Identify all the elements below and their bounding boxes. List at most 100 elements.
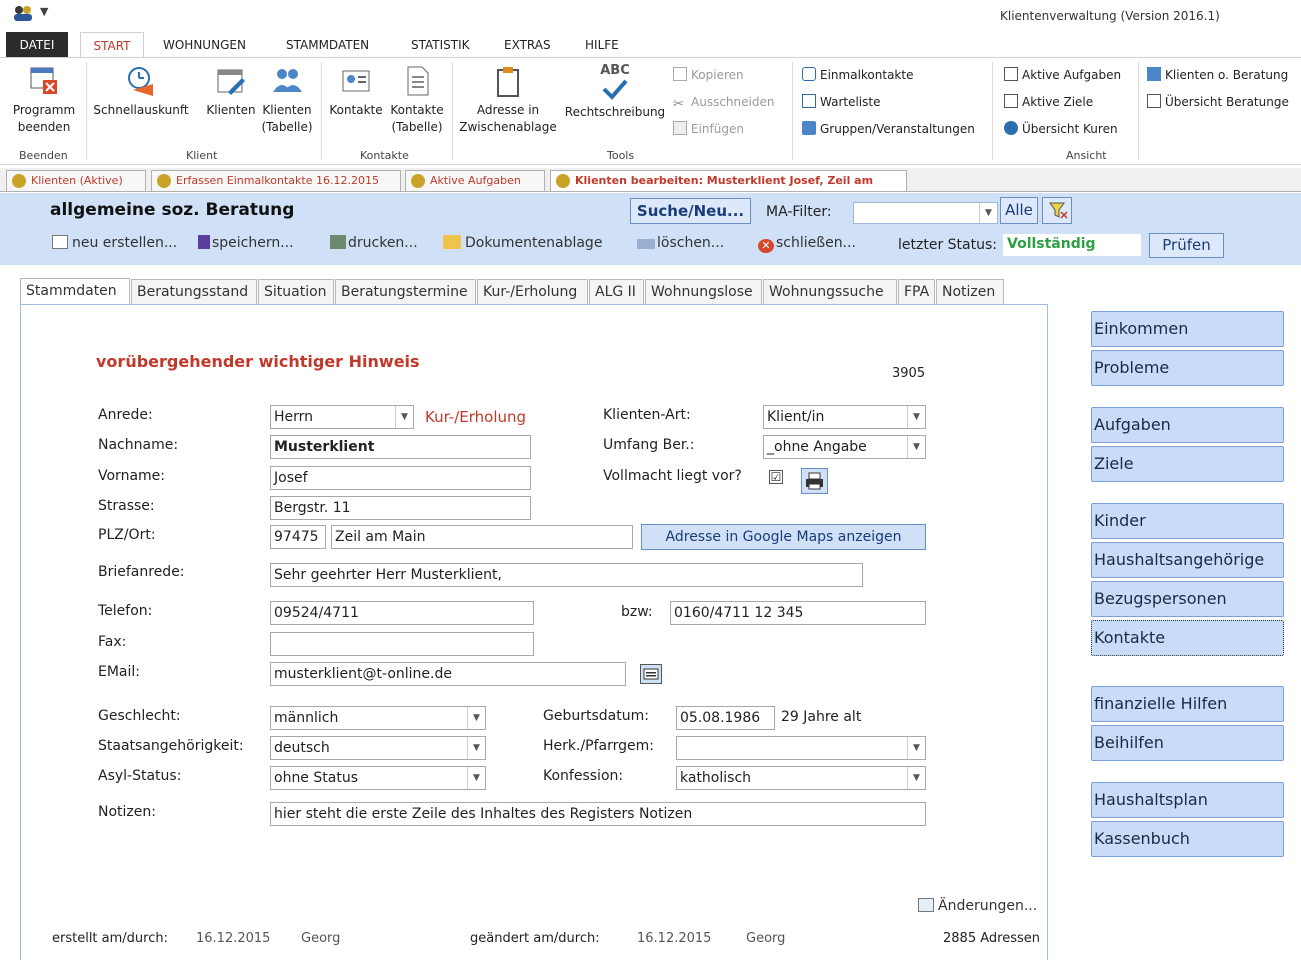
bezugspersonen-button[interactable]: Bezugspersonen xyxy=(1091,581,1284,617)
ausschneiden-button[interactable]: ✂ Ausschneiden xyxy=(673,93,774,112)
filter-clear-button[interactable] xyxy=(1042,197,1072,224)
aktive-ziele-button[interactable]: Aktive Ziele xyxy=(1004,93,1093,111)
dokumentenablage-button[interactable]: Dokumentenablage xyxy=(443,235,602,251)
aktive-aufgaben-button[interactable]: Aktive Aufgaben xyxy=(1004,66,1121,84)
ort-input[interactable]: Zeil am Main xyxy=(331,525,633,549)
kontakte-button[interactable]: Kontakte xyxy=(325,64,387,119)
schnellauskunft-button[interactable]: Schnellauskunft xyxy=(90,64,192,119)
einkommen-button[interactable]: Einkommen xyxy=(1091,311,1284,347)
warteliste-button[interactable]: Warteliste xyxy=(802,93,880,111)
kassenbuch-button[interactable]: Kassenbuch xyxy=(1091,821,1284,857)
doctab-einmalkontakte[interactable]: Erfassen Einmalkontakte 16.12.2015 xyxy=(151,170,401,191)
konfession-select[interactable]: katholisch ▼ xyxy=(676,766,926,790)
tab-beratungsstand[interactable]: Beratungsstand xyxy=(131,279,257,305)
klienten-art-select[interactable]: Klient/in ▼ xyxy=(763,405,926,429)
send-mail-button[interactable] xyxy=(640,664,662,684)
ribbon-tab-wohnungen[interactable]: WOHNUNGEN xyxy=(157,32,252,58)
chevron-down-icon[interactable]: ▼ xyxy=(907,767,925,789)
umfang-select[interactable]: _ohne Angabe ▼ xyxy=(763,435,926,459)
klienten-o-beratung-button[interactable]: Klienten o. Beratung xyxy=(1147,66,1288,84)
klienten-button[interactable]: Klienten xyxy=(203,64,259,119)
chevron-down-icon[interactable]: ▼ xyxy=(979,203,997,223)
chevron-down-icon[interactable]: ▼ xyxy=(907,737,925,759)
klienten-tabelle-button[interactable]: Klienten (Tabelle) xyxy=(259,64,315,136)
tab-notizen[interactable]: Notizen xyxy=(936,279,1004,305)
aenderungen-link[interactable]: Änderungen... xyxy=(918,898,1037,914)
fax-input[interactable] xyxy=(270,632,534,656)
telefon2-input[interactable]: 0160/4711 12 345 xyxy=(670,601,926,625)
telefon-label: Telefon: xyxy=(98,603,153,619)
nachname-input[interactable]: Musterklient xyxy=(270,435,531,459)
tab-kur-erholung[interactable]: Kur-/Erholung xyxy=(477,279,588,305)
haushaltsangehoerige-button[interactable]: Haushaltsangehörige xyxy=(1091,542,1284,578)
tab-fpa[interactable]: FPA xyxy=(898,279,935,305)
app-icon[interactable] xyxy=(12,4,34,22)
aufgaben-button[interactable]: Aufgaben xyxy=(1091,407,1284,443)
kopieren-button[interactable]: Kopieren xyxy=(673,66,744,84)
doctab-klienten-aktive[interactable]: Klienten (Aktive) xyxy=(6,170,146,191)
ribbon-tab-extras[interactable]: EXTRAS xyxy=(498,32,557,58)
ziele-button[interactable]: Ziele xyxy=(1091,446,1284,482)
uebersicht-beratungen-button[interactable]: Übersicht Beratunge xyxy=(1147,93,1289,111)
tab-beratungstermine[interactable]: Beratungstermine xyxy=(335,279,476,305)
ribbon-tab-datei[interactable]: DATEI xyxy=(6,32,68,58)
email-input[interactable]: musterklient@t-online.de xyxy=(270,662,626,686)
strasse-input[interactable]: Bergstr. 11 xyxy=(270,496,531,520)
doctab-klienten-bearbeiten[interactable]: Klienten bearbeiten: Musterklient Josef,… xyxy=(550,170,907,207)
google-maps-button[interactable]: Adresse in Google Maps anzeigen xyxy=(641,524,926,550)
finanzielle-hilfen-button[interactable]: finanzielle Hilfen xyxy=(1091,686,1284,722)
notizen-input[interactable]: hier steht die erste Zeile des Inhaltes … xyxy=(270,802,926,826)
speichern-button[interactable]: speichern... xyxy=(198,235,294,251)
herkunft-select[interactable]: ▼ xyxy=(676,736,926,760)
tab-stammdaten[interactable]: Stammdaten xyxy=(20,278,130,306)
beihilfen-button[interactable]: Beihilfen xyxy=(1091,725,1284,761)
ribbon-tab-statistik[interactable]: STATISTIK xyxy=(405,32,476,58)
einfuegen-button[interactable]: Einfügen xyxy=(673,120,744,138)
asyl-status-select[interactable]: ohne Status ▼ xyxy=(270,766,486,790)
geschlecht-select[interactable]: männlich ▼ xyxy=(270,706,486,730)
quick-access-dropdown-icon[interactable]: ▼ xyxy=(40,5,48,18)
programm-beenden-button[interactable]: Programm beenden xyxy=(8,64,80,136)
vollmacht-print-button[interactable] xyxy=(801,468,828,494)
geburtsdatum-input[interactable]: 05.08.1986 xyxy=(676,706,775,730)
kinder-button[interactable]: Kinder xyxy=(1091,503,1284,539)
briefanrede-input[interactable]: Sehr geehrter Herr Musterklient, xyxy=(270,563,863,587)
vollmacht-checkbox[interactable]: ☑ xyxy=(769,470,783,484)
staatsangehoerigkeit-select[interactable]: deutsch ▼ xyxy=(270,736,486,760)
chevron-down-icon[interactable]: ▼ xyxy=(467,767,485,789)
plz-input[interactable]: 97475 xyxy=(270,525,326,549)
tab-alg-ii[interactable]: ALG II xyxy=(589,279,644,305)
chevron-down-icon[interactable]: ▼ xyxy=(467,707,485,729)
alle-button[interactable]: Alle xyxy=(1000,197,1038,224)
rechtschreibung-button[interactable]: ABC Rechtschreibung xyxy=(561,64,669,121)
ma-filter-select[interactable]: ▼ xyxy=(853,202,998,224)
chevron-down-icon[interactable]: ▼ xyxy=(467,737,485,759)
uebersicht-kuren-button[interactable]: Übersicht Kuren xyxy=(1004,120,1118,138)
haushaltsplan-button[interactable]: Haushaltsplan xyxy=(1091,782,1284,818)
ribbon-tab-start[interactable]: START xyxy=(80,32,144,58)
vorname-input[interactable]: Josef xyxy=(270,466,531,490)
neu-erstellen-button[interactable]: neu erstellen... xyxy=(52,235,177,251)
doctab-aktive-aufgaben[interactable]: Aktive Aufgaben xyxy=(405,170,545,191)
kontakte-tabelle-button[interactable]: Kontakte (Tabelle) xyxy=(387,64,447,136)
tab-wohnungssuche[interactable]: Wohnungssuche xyxy=(763,279,897,305)
telefon-input[interactable]: 09524/4711 xyxy=(270,601,534,625)
chevron-down-icon[interactable]: ▼ xyxy=(907,436,925,458)
gruppen-button[interactable]: Gruppen/Veranstaltungen xyxy=(802,120,975,138)
anrede-select[interactable]: Herrn ▼ xyxy=(270,405,414,429)
kontakte-side-button[interactable]: Kontakte xyxy=(1091,620,1284,656)
chevron-down-icon[interactable]: ▼ xyxy=(907,406,925,428)
einmalkontakte-button[interactable]: Einmalkontakte xyxy=(802,66,913,84)
drucken-button[interactable]: drucken... xyxy=(330,235,418,251)
probleme-button[interactable]: Probleme xyxy=(1091,350,1284,386)
adresse-zwischenablage-button[interactable]: Adresse in Zwischenablage xyxy=(456,64,560,136)
chevron-down-icon[interactable]: ▼ xyxy=(395,406,413,428)
suche-neu-button[interactable]: Suche/Neu... xyxy=(630,198,751,224)
tab-situation[interactable]: Situation xyxy=(258,279,334,305)
schliessen-button[interactable]: ✕ schließen... xyxy=(758,235,856,253)
pruefen-button[interactable]: Prüfen xyxy=(1149,233,1224,258)
ribbon-tab-stammdaten[interactable]: STAMMDATEN xyxy=(280,32,375,58)
loeschen-button[interactable]: löschen... xyxy=(637,235,724,251)
tab-wohnungslose[interactable]: Wohnungslose xyxy=(645,279,762,305)
ribbon-tab-hilfe[interactable]: HILFE xyxy=(579,32,625,58)
